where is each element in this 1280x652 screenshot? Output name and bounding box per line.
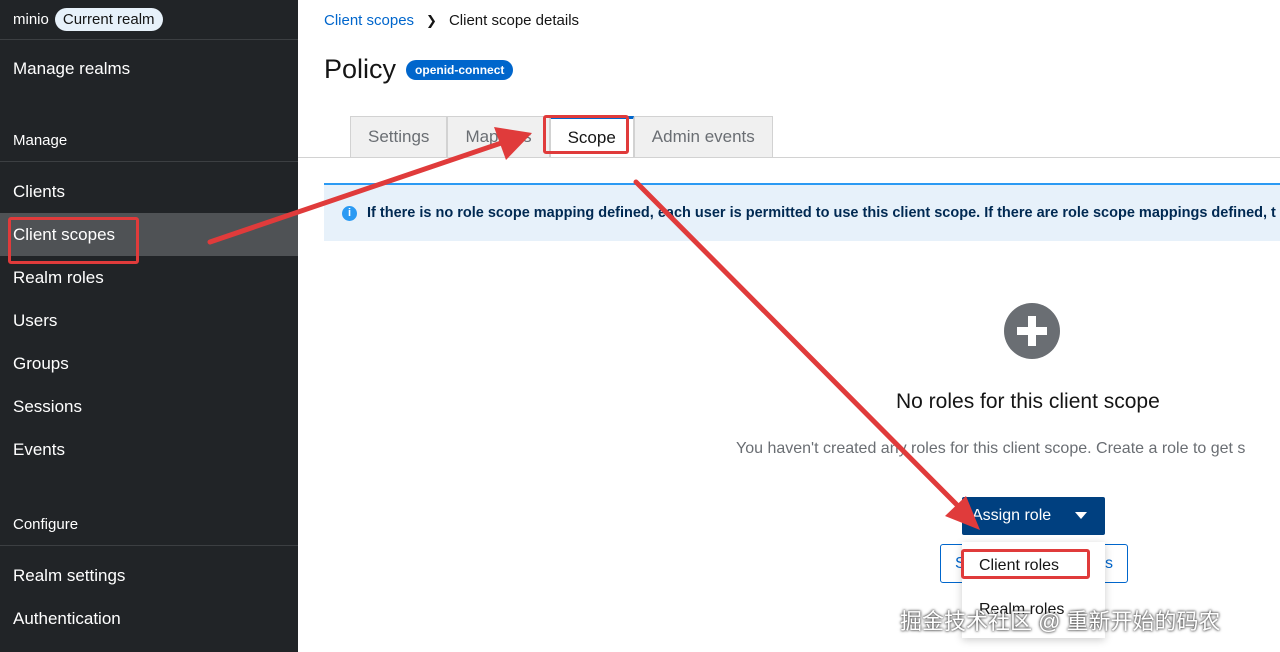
tab-mappers[interactable]: Mappers: [447, 116, 550, 157]
alert-text: If there is no role scope mapping define…: [367, 205, 1276, 221]
current-realm-badge: Current realm: [54, 8, 163, 31]
watermark: 掘金技术社区 @ 重新开始的码农: [900, 609, 1221, 634]
sidebar-item-users[interactable]: Users: [0, 299, 298, 342]
tab-settings[interactable]: Settings: [350, 116, 448, 157]
tab-divider: [298, 157, 1280, 158]
page-title: Policy: [324, 54, 397, 84]
breadcrumb-link-client-scopes[interactable]: Client scopes: [324, 12, 414, 29]
sidebar-item-realm-settings[interactable]: Realm settings: [0, 554, 298, 597]
caret-down-icon: [1075, 512, 1087, 519]
empty-state-title: No roles for this client scope: [896, 390, 1160, 413]
sidebar: minio Current realm Manage realms Manage…: [0, 0, 298, 652]
assign-role-button[interactable]: Assign role: [962, 497, 1105, 535]
highlight-client-roles: [961, 549, 1090, 579]
info-alert: i If there is no role scope mapping defi…: [324, 183, 1280, 241]
sidebar-item-events[interactable]: Events: [0, 428, 298, 471]
sidebar-item-authentication[interactable]: Authentication: [0, 597, 298, 640]
sidebar-item-sessions[interactable]: Sessions: [0, 385, 298, 428]
sidebar-section-configure: Configure: [0, 503, 298, 546]
secondary-button-label-end: s: [1105, 554, 1113, 572]
sidebar-item-manage-realms[interactable]: Manage realms: [0, 40, 298, 98]
info-icon: i: [342, 205, 357, 221]
protocol-badge: openid-connect: [406, 59, 514, 80]
breadcrumb-current: Client scope details: [448, 12, 580, 29]
sidebar-item-clients[interactable]: Clients: [0, 170, 298, 213]
breadcrumb: Client scopes ❯ Client scope details: [324, 12, 579, 29]
highlight-client-scopes: [8, 217, 139, 264]
tab-admin-events[interactable]: Admin events: [633, 116, 773, 157]
empty-state-body: You haven't created any roles for this c…: [736, 440, 1246, 457]
main-content: Client scopes ❯ Client scope details Pol…: [298, 0, 1280, 652]
title-row: Policy openid-connect: [324, 54, 514, 85]
realm-name: minio: [13, 11, 49, 28]
realm-selector[interactable]: minio Current realm: [0, 0, 298, 40]
plus-circle-icon: [1004, 303, 1060, 359]
sidebar-item-groups[interactable]: Groups: [0, 342, 298, 385]
highlight-scope-tab: [543, 115, 629, 154]
sidebar-section-manage: Manage: [0, 119, 298, 162]
chevron-right-icon: ❯: [426, 12, 437, 28]
assign-role-label: Assign role: [972, 507, 1052, 524]
